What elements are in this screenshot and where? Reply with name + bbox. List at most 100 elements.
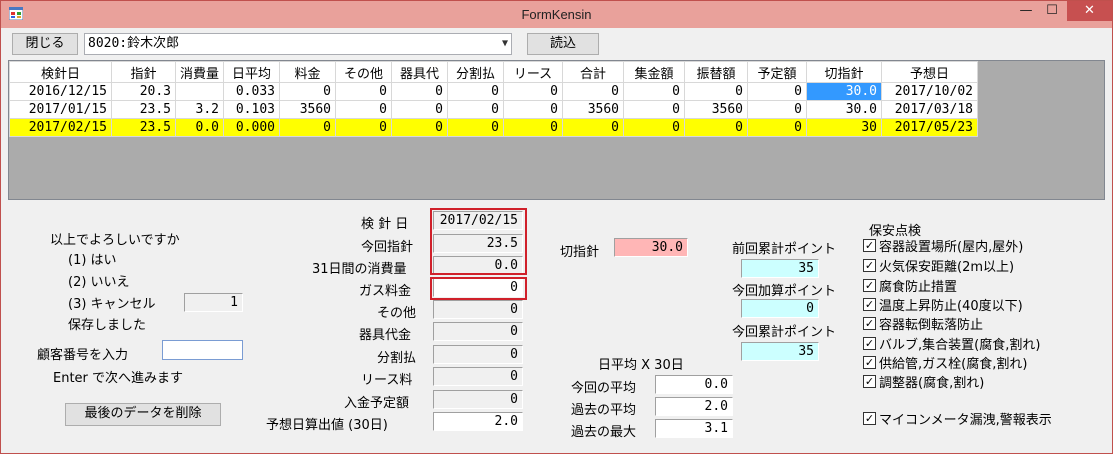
check-icon[interactable]: ✓ [863, 317, 876, 330]
grid-cell[interactable]: 0 [684, 118, 748, 137]
grid-cell[interactable]: 30.0 [806, 100, 882, 119]
checkbox-safety-item[interactable]: ✓ 供給管,ガス栓(腐食,割れ) [863, 354, 1027, 372]
checkbox-safety-item[interactable]: ✓ 容器設置場所(屋内,屋外) [863, 237, 1023, 255]
grid-cell[interactable] [175, 82, 224, 101]
grid-cell[interactable]: 0 [391, 118, 448, 137]
grid-cell[interactable]: 0 [562, 118, 624, 137]
grid-header-cell[interactable]: 予想日 [881, 61, 978, 83]
grid-cell[interactable]: 3560 [562, 100, 624, 119]
grid-cell[interactable]: 2016/12/15 [9, 82, 112, 101]
checkbox-safety-item[interactable]: ✓ 容器転倒転落防止 [863, 315, 983, 333]
grid-cell[interactable]: 0 [335, 100, 392, 119]
grid-cell[interactable]: 2017/02/15 [9, 118, 112, 137]
check-icon[interactable]: ✓ [863, 356, 876, 369]
grid-cell[interactable]: 3560 [279, 100, 336, 119]
check-icon[interactable]: ✓ [863, 412, 876, 425]
grid-cell[interactable]: 0 [335, 118, 392, 137]
grid-cell[interactable]: 3560 [684, 100, 748, 119]
grid-cell[interactable]: 0 [447, 82, 504, 101]
grid-cell[interactable]: 0 [747, 82, 807, 101]
grid-cell[interactable]: 0 [503, 118, 563, 137]
grid-cell[interactable]: 0 [391, 82, 448, 101]
grid-cell[interactable]: 0.000 [223, 118, 280, 137]
checkbox-safety-item[interactable]: ✓ 調整器(腐食,割れ) [863, 373, 984, 391]
grid-cell[interactable]: 0.033 [223, 82, 280, 101]
grid-cell[interactable]: 30.0 [806, 82, 882, 101]
grid-cell[interactable]: 2017/03/18 [881, 100, 978, 119]
grid-cell[interactable]: 0 [623, 100, 685, 119]
grid-header-cell[interactable]: 器具代 [391, 61, 448, 83]
checkbox-safety-item[interactable]: ✓ 腐食防止措置 [863, 277, 957, 295]
grid-cell[interactable]: 2017/10/02 [881, 82, 978, 101]
grid-header-cell[interactable]: 指針 [111, 61, 176, 83]
grid-header-cell[interactable]: 集金額 [623, 61, 685, 83]
maximize-button[interactable]: ☐ [1039, 1, 1065, 21]
grid-header-cell[interactable]: その他 [335, 61, 392, 83]
forecast-field[interactable]: 2.0 [433, 412, 523, 431]
add-points-label: 今回加算ポイント [732, 284, 837, 299]
grid-cell[interactable]: 2017/01/15 [9, 100, 112, 119]
grid-cell[interactable]: 0.103 [223, 100, 280, 119]
grid-cell[interactable]: 0 [279, 82, 336, 101]
add-points-field: 0 [741, 299, 819, 318]
minimize-button[interactable]: — [1013, 1, 1039, 21]
grid-cell[interactable]: 0 [503, 82, 563, 101]
grid-header-cell[interactable]: 切指針 [806, 61, 882, 83]
grid-header-cell[interactable]: 検針日 [9, 61, 112, 83]
grid-cell[interactable]: 0 [447, 100, 504, 119]
checkbox-safety-item[interactable]: ✓ バルブ,集合装置(腐食,割れ) [863, 335, 1040, 353]
check-icon[interactable]: ✓ [863, 259, 876, 272]
customer-select[interactable]: 8020:鈴木次郎 ▼ [84, 33, 512, 55]
customer-no-input[interactable] [162, 340, 243, 360]
grid-cell[interactable]: 23.5 [111, 118, 176, 137]
grid-cell[interactable]: 3.2 [175, 100, 224, 119]
delete-last-button[interactable]: 最後のデータを削除 [65, 403, 221, 426]
grid-cell[interactable]: 0 [747, 100, 807, 119]
grid-header-cell[interactable]: 振替額 [684, 61, 748, 83]
checkbox-safety-item[interactable]: ✓ 火気保安距離(2m以上) [863, 257, 1014, 275]
grid-header-cell[interactable]: 分割払 [447, 61, 504, 83]
grid-cell[interactable]: 0 [623, 82, 685, 101]
choice-input[interactable]: 1 [184, 293, 243, 312]
close-window-button[interactable]: ✕ [1067, 1, 1112, 21]
current-reading-label: 今回指針 [361, 240, 414, 255]
chevron-down-icon[interactable]: ▼ [502, 34, 508, 54]
grid-header-cell[interactable]: 消費量 [175, 61, 224, 83]
current-avg-label: 今回の平均 [571, 381, 637, 396]
lease-label: リース料 [361, 373, 413, 388]
grid-cell[interactable]: 0 [747, 118, 807, 137]
grid-cell[interactable]: 0 [447, 118, 504, 137]
table-row[interactable]: 2016/12/15 20.3 0.033 0 0 0 0 0 0 0 0 0 30.0 2017/10/… [9, 82, 978, 101]
check-icon[interactable]: ✓ [863, 279, 876, 292]
grid-cell[interactable]: 0 [562, 82, 624, 101]
grid-cell[interactable]: 0 [279, 118, 336, 137]
load-button[interactable]: 読込 [527, 33, 599, 55]
grid-header-cell[interactable]: 合計 [562, 61, 624, 83]
cutoff-field[interactable]: 30.0 [614, 238, 688, 257]
grid-header-cell[interactable]: 日平均 [223, 61, 280, 83]
grid-header-cell[interactable]: リース [503, 61, 563, 83]
grid-cell[interactable]: 30 [806, 118, 882, 137]
grid-cell[interactable]: 0.0 [175, 118, 224, 137]
close-button[interactable]: 閉じる [12, 33, 78, 55]
data-grid[interactable]: 検針日 指針 消費量 日平均 料金 その他 器具代 分割払 リース 合計 集金額 振替額 予定額 切指針予… [8, 60, 1105, 200]
check-icon[interactable]: ✓ [863, 298, 876, 311]
checkbox-safety-item[interactable]: ✓ 温度上昇防止(40度以下) [863, 296, 1023, 314]
grid-header-cell[interactable]: 予定額 [747, 61, 807, 83]
check-icon[interactable]: ✓ [863, 337, 876, 350]
grid-cell[interactable]: 0 [335, 82, 392, 101]
grid-cell[interactable]: 0 [391, 100, 448, 119]
table-row[interactable]: 2017/02/15 23.5 0.0 0.000 0 0 0 0 0 0 0 0 0 30 2017/05… [9, 118, 978, 137]
grid-cell[interactable]: 20.3 [111, 82, 176, 101]
grid-cell[interactable]: 2017/05/23 [881, 118, 978, 137]
grid-cell[interactable]: 23.5 [111, 100, 176, 119]
check-icon[interactable]: ✓ [863, 375, 876, 388]
grid-cell[interactable]: 0 [684, 82, 748, 101]
grid-cell[interactable]: 0 [623, 118, 685, 137]
grid-header-cell[interactable]: 料金 [279, 61, 336, 83]
grid-cell[interactable]: 0 [503, 100, 563, 119]
table-row[interactable]: 2017/01/15 23.5 3.2 0.103 3560 0 0 0 0 3560 0 3560 0… [9, 100, 978, 119]
checkbox-label: マイコンメータ漏洩,警報表示 [879, 413, 1052, 428]
checkbox-meter-alarm[interactable]: ✓ マイコンメータ漏洩,警報表示 [863, 410, 1052, 428]
check-icon[interactable]: ✓ [863, 239, 876, 252]
